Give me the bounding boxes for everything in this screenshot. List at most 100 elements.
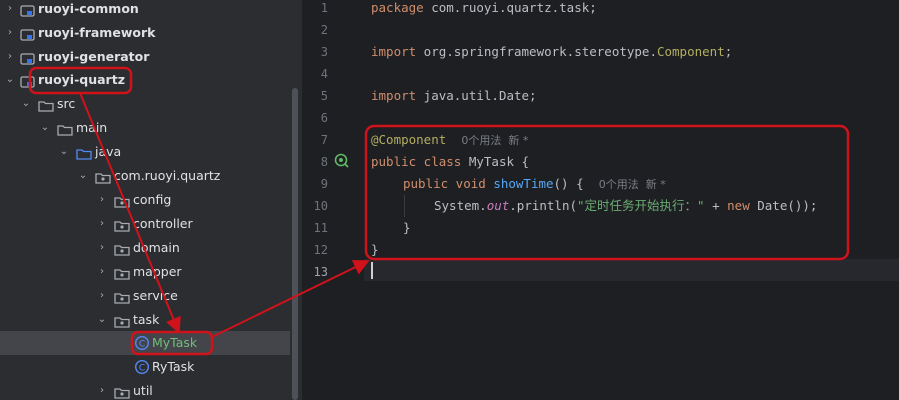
- chevron-right-icon[interactable]: ›: [96, 212, 108, 236]
- code-editor[interactable]: 1 2 3 4 5 6 7 8 9 10 11 12 13 package co…: [302, 0, 899, 400]
- code-token: Date());: [749, 198, 818, 213]
- module-folder-icon: [20, 73, 36, 88]
- tree-item-label: com.ruoyi.quartz: [114, 168, 221, 183]
- code-token: package: [371, 0, 424, 15]
- chevron-right-icon[interactable]: ›: [96, 260, 108, 284]
- tree-item-com-ruoyi-quartz[interactable]: ⌄ com.ruoyi.quartz: [0, 164, 290, 188]
- chevron-right-icon[interactable]: ›: [96, 379, 108, 400]
- code-token: new: [727, 198, 750, 213]
- code-token: .println(: [509, 198, 577, 213]
- tree-item-domain[interactable]: › domain: [0, 236, 290, 260]
- tree-item-main[interactable]: ⌄ main: [0, 116, 290, 140]
- code-token: ;: [724, 44, 733, 59]
- line-number: 1: [320, 1, 328, 15]
- chevron-down-icon[interactable]: ⌄: [58, 140, 70, 164]
- chevron-right-icon[interactable]: ›: [4, 0, 16, 21]
- indent-guide: [404, 195, 405, 217]
- chevron-down-icon[interactable]: ⌄: [39, 116, 51, 140]
- line-number: 5: [320, 89, 328, 103]
- usage-hint[interactable]: 0个用法 新 *: [461, 134, 528, 147]
- code-line-8: public class MyTask {: [371, 151, 529, 173]
- tree-item-label: config: [133, 192, 172, 207]
- method-name-token: showTime: [485, 176, 554, 191]
- usage-hint[interactable]: 0个用法 新 *: [599, 178, 666, 191]
- tree-item-ruoyi-quartz[interactable]: ⌄ ruoyi-quartz: [0, 68, 290, 92]
- tree-item-task[interactable]: ⌄ task: [0, 308, 290, 332]
- tree-item-config[interactable]: › config: [0, 188, 290, 212]
- tree-item-label: ruoyi-framework: [38, 25, 156, 40]
- line-number: 11: [313, 221, 328, 235]
- code-token: import: [371, 44, 417, 59]
- tree-item-label: ruoyi-generator: [38, 49, 150, 64]
- tree-item-label: MyTask: [152, 335, 198, 350]
- line-number: 7: [320, 133, 328, 147]
- code-token: +: [704, 198, 728, 213]
- tree-item-label: ruoyi-quartz: [38, 72, 125, 87]
- package-icon: [114, 384, 130, 399]
- chevron-right-icon[interactable]: ›: [96, 188, 108, 212]
- tree-scrollbar[interactable]: [292, 88, 298, 400]
- code-line-12: }: [371, 239, 379, 261]
- tree-item-controller[interactable]: › controller: [0, 212, 290, 236]
- code-line-7: @Component 0个用法 新 *: [371, 129, 528, 151]
- package-icon: [114, 289, 130, 304]
- tree-item-label: ruoyi-common: [38, 1, 139, 16]
- tree-item-label: mapper: [133, 264, 182, 279]
- tree-item-ruoyi-common[interactable]: › ruoyi-common: [0, 0, 290, 21]
- source-folder-icon: [76, 145, 92, 160]
- line-number: 8: [320, 155, 328, 169]
- chevron-right-icon[interactable]: ›: [4, 45, 16, 69]
- tree-item-ruoyi-framework[interactable]: › ruoyi-framework: [0, 21, 290, 45]
- chevron-down-icon[interactable]: ⌄: [77, 164, 89, 188]
- line-number: 13: [313, 265, 328, 279]
- chevron-down-icon[interactable]: ⌄: [4, 68, 16, 92]
- project-tree: › ruoyi-common › ruoyi-framework › ruoyi…: [0, 0, 302, 400]
- line-number: 4: [320, 67, 328, 81]
- line-number: 6: [320, 111, 328, 125]
- code-token: Component: [656, 44, 725, 59]
- code-line-9: public void showTime() { 0个用法 新 *: [403, 173, 666, 195]
- chevron-right-icon[interactable]: ›: [96, 236, 108, 260]
- folder-icon: [57, 121, 73, 136]
- module-folder-icon: [20, 50, 36, 65]
- svg-text:C: C: [139, 364, 145, 374]
- tree-item-ruoyi-generator[interactable]: › ruoyi-generator: [0, 45, 290, 69]
- spring-bean-gutter-icon[interactable]: [333, 151, 351, 169]
- package-icon: [95, 169, 111, 184]
- code-token: com.ruoyi.quartz.task;: [423, 0, 597, 15]
- tree-item-label: service: [133, 288, 178, 303]
- code-token: public void: [403, 176, 486, 191]
- tree-item-label: task: [133, 312, 160, 327]
- tree-item-rytask[interactable]: C RyTask: [0, 355, 290, 379]
- tree-item-mytask[interactable]: C MyTask: [0, 331, 290, 355]
- class-name-token: MyTask {: [461, 154, 530, 169]
- tree-item-mapper[interactable]: › mapper: [0, 260, 290, 284]
- code-line-3: import org.springframework.stereotype.Co…: [371, 41, 732, 63]
- tree-item-src[interactable]: ⌄ src: [0, 92, 290, 116]
- chevron-right-icon[interactable]: ›: [96, 284, 108, 308]
- package-icon: [114, 313, 130, 328]
- tree-item-label: src: [57, 96, 76, 111]
- text-caret: [371, 262, 373, 279]
- tree-item-java[interactable]: ⌄ java: [0, 140, 290, 164]
- line-number: 10: [313, 199, 328, 213]
- package-icon: [114, 265, 130, 280]
- tree-item-label: domain: [133, 240, 180, 255]
- tree-item-label: util: [133, 383, 153, 398]
- package-icon: [114, 217, 130, 232]
- chevron-right-icon[interactable]: ›: [4, 21, 16, 45]
- line-number: 12: [313, 243, 328, 257]
- chevron-down-icon[interactable]: ⌄: [20, 92, 32, 116]
- line-number: 9: [320, 177, 328, 191]
- chevron-down-icon[interactable]: ⌄: [96, 308, 108, 332]
- package-icon: [114, 193, 130, 208]
- tree-item-service[interactable]: › service: [0, 284, 290, 308]
- tree-item-label: java: [95, 144, 122, 159]
- code-line-11: }: [403, 217, 411, 239]
- tree-item-label: RyTask: [152, 359, 195, 374]
- package-icon: [114, 241, 130, 256]
- code-token: }: [403, 220, 411, 235]
- tree-item-util[interactable]: › util: [0, 379, 290, 400]
- tree-item-label: controller: [133, 216, 193, 231]
- code-token: () {: [553, 176, 584, 191]
